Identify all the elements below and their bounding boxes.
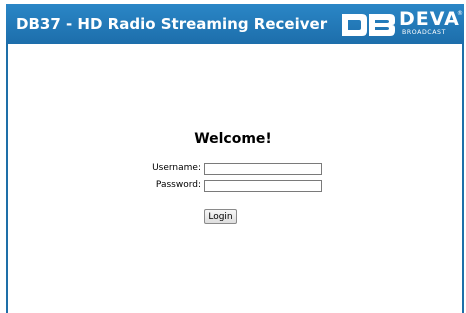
logo-subtext: BROADCAST xyxy=(402,29,446,36)
welcome-heading: Welcome! xyxy=(194,131,272,147)
db-logo-icon xyxy=(342,14,395,36)
login-button[interactable]: Login xyxy=(204,209,237,224)
logo-registered-mark: ® xyxy=(457,10,463,17)
password-label: Password: xyxy=(155,180,201,190)
header-bar: DB37 - HD Radio Streaming Receiver DEVA … xyxy=(6,4,464,44)
app-title: DB37 - HD Radio Streaming Receiver xyxy=(16,15,328,33)
deva-logo: DEVA ® BROADCAST xyxy=(340,8,464,40)
username-label: Username: xyxy=(152,163,201,173)
logo-text: DEVA xyxy=(399,8,460,30)
username-input[interactable] xyxy=(204,163,322,175)
password-input[interactable] xyxy=(204,180,322,192)
page-frame xyxy=(6,4,464,313)
